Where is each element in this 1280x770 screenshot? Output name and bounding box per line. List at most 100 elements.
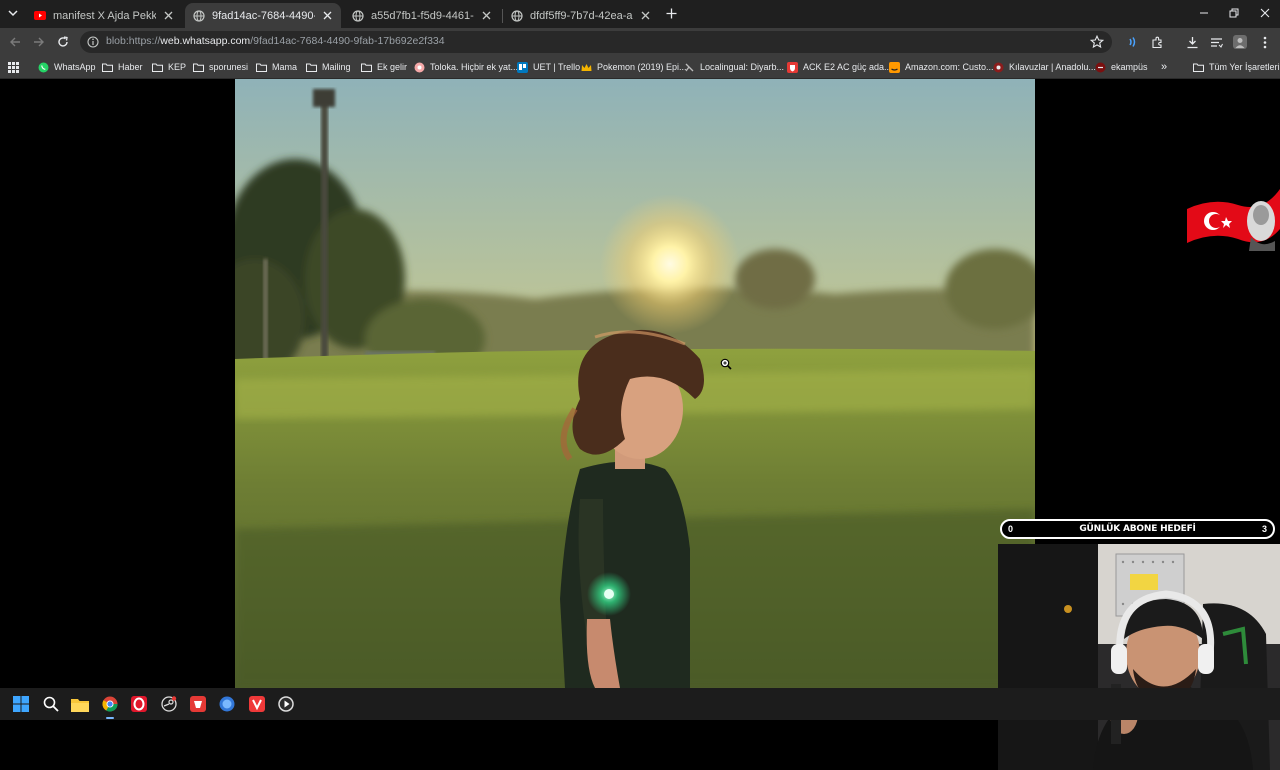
more-vertical-icon [1263, 36, 1267, 48]
ekampus-icon [1095, 62, 1106, 73]
bookmark-label: ACK E2 AC güç ada... [803, 62, 892, 72]
bookmark-folder-kep[interactable]: KEP [152, 60, 186, 74]
restore-icon [1229, 8, 1239, 18]
bookmark-label: sporunesi [209, 62, 249, 72]
localingual-icon [684, 62, 695, 73]
media-viewer: 0 GÜNLÜK ABONE HEDEFİ 3 [0, 79, 1280, 770]
minimize-icon [1200, 12, 1208, 14]
close-window-button[interactable] [1258, 6, 1272, 20]
taskbar-chrome[interactable] [100, 694, 120, 719]
bookmark-label: ekampüs [1111, 62, 1148, 72]
steam-icon [161, 696, 177, 712]
bookmark-anadolu[interactable]: Kılavuzlar | Anadolu... [993, 60, 1096, 74]
bookmark-label: Haber [118, 62, 143, 72]
whatsapp-icon [38, 62, 49, 73]
tab-whatsapp-blob-1[interactable]: 9fad14ac-7684-4490-9fab-17b6 [185, 3, 341, 28]
bookmark-folder-mama[interactable]: Mama [256, 60, 297, 74]
arrow-right-icon [34, 37, 44, 47]
close-icon[interactable] [162, 11, 174, 20]
tab-search-button[interactable] [4, 4, 22, 22]
tab-search-toolbar-button[interactable] [1209, 35, 1223, 49]
bookmark-label: Toloka. Hiçbir ek yat... [430, 62, 519, 72]
url-text: blob:https://web.whatsapp.com/9fad14ac-7… [106, 35, 445, 47]
extensions-button[interactable] [1150, 35, 1164, 49]
site-info-icon[interactable] [87, 36, 99, 48]
apps-button[interactable] [8, 60, 19, 74]
bookmark-star-icon[interactable] [1090, 35, 1104, 49]
new-tab-button[interactable] [664, 6, 678, 20]
back-button[interactable] [8, 35, 22, 49]
bookmark-ekampus[interactable]: ekampüs [1095, 60, 1148, 74]
tab-youtube[interactable]: manifest X Ajda Pekkan - Hileli [26, 3, 182, 28]
taskbar-vivaldi[interactable] [247, 694, 267, 714]
bookmark-folder-ek-gelir[interactable]: Ek gelir [361, 60, 407, 74]
taskbar-media-player[interactable] [276, 694, 296, 714]
folder-icon [361, 62, 372, 73]
taskbar-opera[interactable] [129, 694, 149, 714]
puzzle-icon [1151, 36, 1162, 48]
bookmark-label: Pokemon (2019) Epi... [597, 62, 687, 72]
bookmark-label: Mailing [322, 62, 351, 72]
bookmark-ack[interactable]: ACK E2 AC güç ada... [787, 60, 892, 74]
bookmark-toloka[interactable]: Toloka. Hiçbir ek yat... [414, 60, 518, 74]
bookmark-pokemon[interactable]: Pokemon (2019) Epi... [581, 60, 687, 74]
taskbar-file-explorer[interactable] [70, 694, 90, 714]
audio-wave-icon [1129, 37, 1136, 47]
tab-whatsapp-blob-3[interactable]: dfdf5ff9-7b7d-42ea-aeb3-0068 [503, 3, 659, 28]
reload-button[interactable] [56, 35, 70, 49]
bookmarks-bar: WhatsApp Haber KEP sporunesi Mama Mailin… [0, 56, 1280, 79]
minimize-button[interactable] [1197, 6, 1211, 20]
restore-button[interactable] [1227, 6, 1241, 20]
address-bar[interactable]: blob:https://web.whatsapp.com/9fad14ac-7… [80, 31, 1112, 53]
extension-button[interactable] [1126, 35, 1140, 49]
opera-icon [131, 696, 147, 712]
profile-button[interactable] [1233, 35, 1247, 49]
all-bookmarks-button[interactable]: Tüm Yer İşaretleri [1193, 60, 1280, 74]
url-host: web.whatsapp.com [160, 35, 251, 47]
plus-icon [666, 8, 676, 18]
forward-button[interactable] [32, 35, 46, 49]
taskbar-steam[interactable] [159, 694, 179, 714]
bookmark-label: WhatsApp [54, 62, 96, 72]
arrow-left-icon [10, 37, 20, 47]
chevron-double-right-icon: » [1161, 61, 1168, 73]
chrome-icon [102, 696, 118, 712]
globe-icon [511, 9, 523, 22]
taskbar-search-button[interactable] [41, 694, 61, 714]
webcam-image [998, 544, 1280, 770]
toloka-icon [414, 62, 425, 73]
bookmark-label: Amazon.com: Custo... [905, 62, 994, 72]
photo[interactable] [235, 79, 1035, 688]
close-icon[interactable] [639, 11, 651, 20]
bookmarks-overflow-button[interactable]: » [1161, 60, 1167, 74]
youtube-icon [34, 10, 46, 22]
menu-button[interactable] [1258, 35, 1272, 49]
bookmark-localingual[interactable]: Localingual: Diyarb... [684, 60, 784, 74]
close-icon [1260, 8, 1270, 18]
bookmark-label: Ek gelir [377, 62, 408, 72]
avatar [1233, 35, 1247, 49]
bookmark-amazon[interactable]: Amazon.com: Custo... [889, 60, 994, 74]
close-icon[interactable] [480, 11, 492, 20]
bookmark-whatsapp[interactable]: WhatsApp [38, 60, 96, 74]
windows-start-icon [13, 696, 29, 712]
bookmark-folder-sporunesi[interactable]: sporunesi [193, 60, 248, 74]
bookmark-folder-haber[interactable]: Haber [102, 60, 143, 74]
tab-strip: manifest X Ajda Pekkan - Hileli 9fad14ac… [0, 0, 1280, 28]
taskbar-edge[interactable] [217, 694, 237, 714]
taskbar-app[interactable] [188, 694, 208, 714]
bookmark-folder-mailing[interactable]: Mailing [306, 60, 351, 74]
folder-icon [1193, 62, 1204, 73]
bookmark-trello[interactable]: UET | Trello [517, 60, 580, 74]
close-icon[interactable] [321, 11, 333, 20]
goal-target-count: 3 [1261, 524, 1267, 534]
downloads-button[interactable] [1185, 35, 1199, 49]
start-button[interactable] [11, 694, 31, 714]
reload-icon [58, 36, 68, 47]
tab-title: a55d7fb1-f5d9-4461-af56-1be [371, 9, 474, 22]
all-bookmarks-label: Tüm Yer İşaretleri [1209, 62, 1280, 72]
app-icon [190, 696, 206, 712]
webcam-feed [998, 544, 1280, 770]
tab-whatsapp-blob-2[interactable]: a55d7fb1-f5d9-4461-af56-1be [344, 3, 500, 28]
media-player-icon [278, 696, 294, 712]
